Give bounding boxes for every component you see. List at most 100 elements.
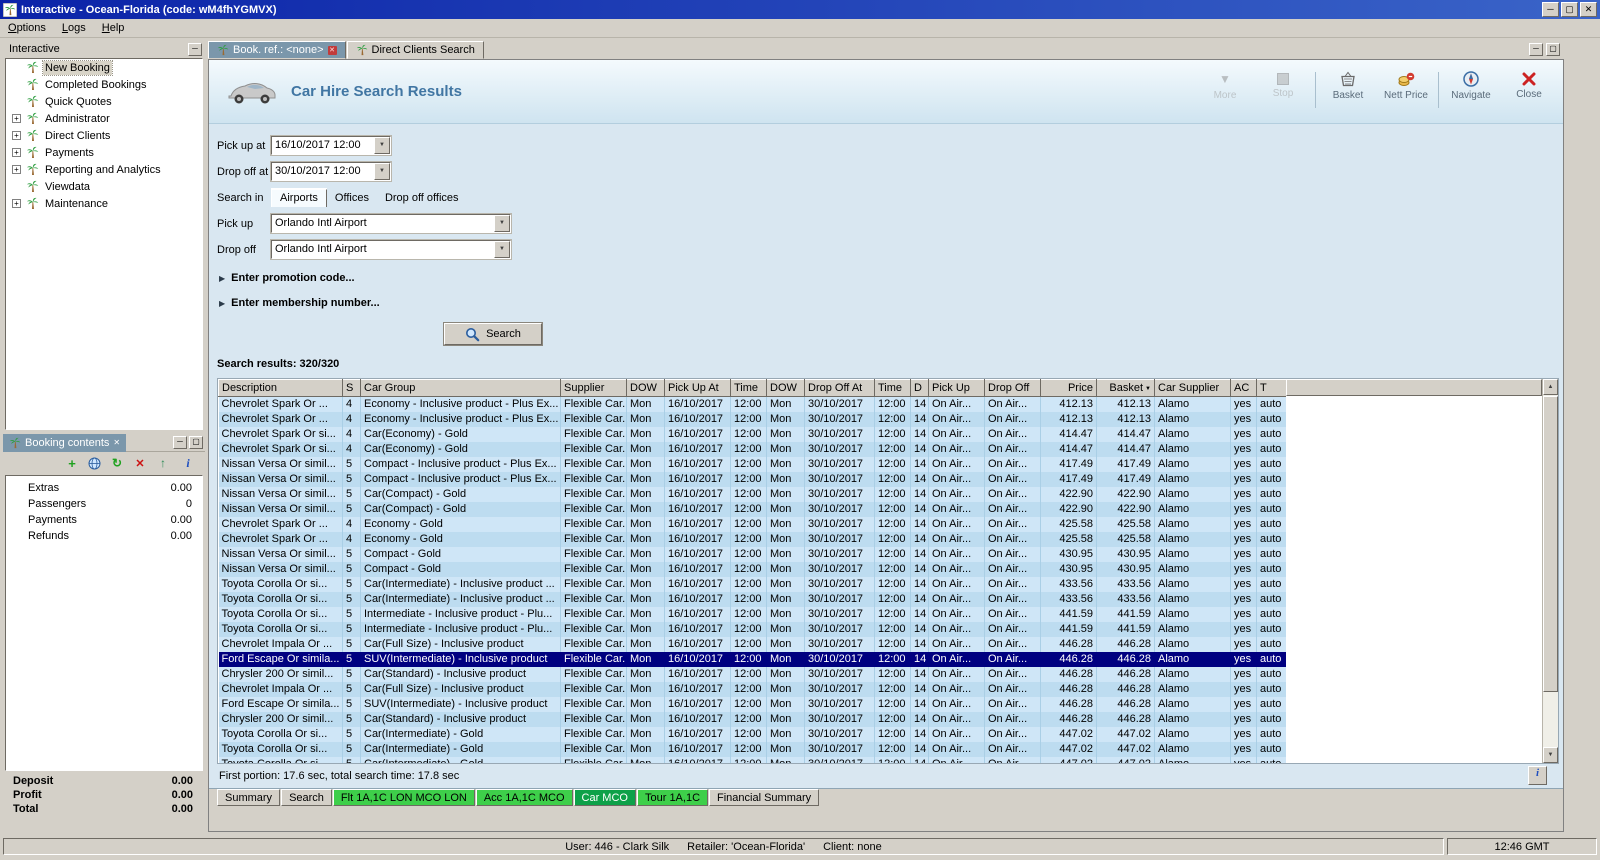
pickup-at-select[interactable]: 16/10/2017 12:00 ▼ bbox=[270, 135, 392, 156]
minimize-icon[interactable]: ─ bbox=[173, 436, 187, 449]
column-header[interactable]: Pick Up At bbox=[664, 379, 731, 397]
sidebar-item[interactable]: + Reporting and Analytics bbox=[6, 161, 202, 178]
upload-icon[interactable]: ↑ bbox=[156, 456, 170, 470]
basket-button[interactable]: Basket bbox=[1322, 68, 1374, 104]
minimize-icon[interactable]: ─ bbox=[1542, 2, 1559, 17]
sidebar-item[interactable]: + Administrator bbox=[6, 110, 202, 127]
cell-pickup-at: 16/10/2017 bbox=[664, 456, 731, 472]
stop-button[interactable]: Stop bbox=[1257, 68, 1309, 102]
column-header[interactable]: Drop Off bbox=[984, 379, 1041, 397]
close-results-button[interactable]: Close bbox=[1503, 68, 1555, 103]
booking-contents-tab[interactable]: Booking contents ✕ bbox=[3, 433, 127, 452]
booking-contents-row[interactable]: Refunds 0.00 bbox=[6, 528, 202, 544]
menu-item[interactable]: Help bbox=[94, 20, 133, 36]
column-header[interactable]: Car Group bbox=[360, 379, 561, 397]
column-header[interactable]: Supplier bbox=[560, 379, 627, 397]
pickup-select[interactable]: Orlando Intl Airport ▼ bbox=[270, 213, 512, 234]
refresh-icon[interactable]: ↻ bbox=[110, 456, 124, 470]
cell-ac: yes bbox=[1230, 396, 1257, 412]
expand-plus-icon[interactable]: + bbox=[12, 165, 21, 174]
maximize-icon[interactable]: ▢ bbox=[1561, 2, 1578, 17]
delete-icon[interactable]: ✕ bbox=[133, 457, 147, 470]
tab-direct-clients-search[interactable]: Direct Clients Search bbox=[346, 41, 484, 59]
vertical-scrollbar[interactable]: ▲ ▼ bbox=[1542, 379, 1558, 763]
sidebar-item[interactable]: + Quick Quotes bbox=[6, 93, 202, 110]
search-in-tab[interactable]: Drop off offices bbox=[377, 190, 467, 207]
expand-plus-icon[interactable]: + bbox=[12, 131, 21, 140]
close-icon[interactable]: ✕ bbox=[113, 438, 120, 447]
maximize-icon[interactable]: ▢ bbox=[189, 436, 203, 449]
column-header[interactable]: Description bbox=[218, 379, 343, 397]
menu-item[interactable]: Options bbox=[0, 20, 54, 36]
menu-item[interactable]: Logs bbox=[54, 20, 94, 36]
info-icon[interactable]: i bbox=[1528, 766, 1547, 785]
expand-plus-icon[interactable]: + bbox=[12, 114, 21, 123]
section-tab[interactable]: Financial Summary bbox=[709, 789, 820, 806]
collapse-panel-icon[interactable]: ─ bbox=[188, 42, 202, 56]
scrollbar-thumb[interactable] bbox=[1543, 396, 1558, 692]
cell-description: Toyota Corolla Or si... bbox=[218, 591, 343, 607]
chevron-down-icon[interactable]: ▼ bbox=[374, 163, 390, 180]
minimize-icon[interactable]: ─ bbox=[1529, 43, 1543, 56]
booking-contents-row[interactable]: Payments 0.00 bbox=[6, 512, 202, 528]
section-tab[interactable]: Acc 1A,1C MCO bbox=[475, 789, 573, 806]
globe-icon[interactable] bbox=[88, 457, 101, 470]
cell-ac: yes bbox=[1230, 456, 1257, 472]
search-in-tab[interactable]: Offices bbox=[327, 190, 377, 207]
more-button[interactable]: ▼ More bbox=[1199, 68, 1251, 104]
column-header[interactable]: Pick Up bbox=[928, 379, 985, 397]
cell-transmission: auto bbox=[1256, 606, 1287, 622]
column-header[interactable]: Car Supplier bbox=[1154, 379, 1231, 397]
dropoff-select[interactable]: Orlando Intl Airport ▼ bbox=[270, 239, 512, 260]
section-tab[interactable]: Tour 1A,1C bbox=[636, 789, 709, 806]
chevron-down-icon[interactable]: ▼ bbox=[494, 241, 510, 258]
column-header[interactable]: S bbox=[342, 379, 361, 397]
column-header[interactable]: AC bbox=[1230, 379, 1257, 397]
sidebar-item[interactable]: + Maintenance bbox=[6, 195, 202, 212]
column-header[interactable]: Basket bbox=[1096, 379, 1155, 397]
dropoff-at-select[interactable]: 30/10/2017 12:00 ▼ bbox=[270, 161, 392, 182]
column-header[interactable]: DOW bbox=[626, 379, 665, 397]
cell-s: 4 bbox=[342, 396, 361, 412]
column-header[interactable]: DOW bbox=[766, 379, 805, 397]
close-icon[interactable]: ✕ bbox=[1580, 2, 1597, 17]
sidebar-item[interactable]: + Viewdata bbox=[6, 178, 202, 195]
cell-pickup-loc: On Air... bbox=[928, 501, 985, 517]
section-tab[interactable]: Summary bbox=[217, 789, 281, 806]
cell-basket: 433.56 bbox=[1096, 576, 1155, 592]
sidebar-item[interactable]: + New Booking bbox=[6, 59, 202, 76]
booking-contents-row[interactable]: Extras 0.00 bbox=[6, 480, 202, 496]
column-header[interactable]: Time bbox=[874, 379, 911, 397]
palm-icon bbox=[26, 78, 39, 91]
promo-code-expander[interactable]: ▶ Enter promotion code... bbox=[219, 272, 1563, 284]
expand-plus-icon[interactable]: + bbox=[12, 199, 21, 208]
cell-dropoff-at: 30/10/2017 bbox=[804, 501, 875, 517]
info-icon[interactable]: i bbox=[181, 456, 195, 471]
nett-price-button[interactable]: Nett Price bbox=[1380, 68, 1432, 104]
membership-expander[interactable]: ▶ Enter membership number... bbox=[219, 297, 1563, 309]
sidebar-item[interactable]: + Payments bbox=[6, 144, 202, 161]
navigate-button[interactable]: Navigate bbox=[1445, 68, 1497, 104]
chevron-down-icon[interactable]: ▼ bbox=[374, 137, 390, 154]
chevron-down-icon[interactable]: ▼ bbox=[494, 215, 510, 232]
search-in-tab[interactable]: Airports bbox=[271, 189, 327, 207]
section-tab[interactable]: Car MCO bbox=[573, 789, 636, 806]
maximize-icon[interactable]: ▢ bbox=[1546, 43, 1560, 56]
scroll-down-icon[interactable]: ▼ bbox=[1543, 747, 1558, 763]
tab-close-icon[interactable]: ✕ bbox=[327, 45, 337, 55]
column-header[interactable]: Time bbox=[730, 379, 767, 397]
column-header[interactable]: T bbox=[1256, 379, 1287, 397]
column-header[interactable]: D bbox=[910, 379, 929, 397]
column-header[interactable]: Price bbox=[1040, 379, 1097, 397]
tab-booking-ref[interactable]: Book. ref.: <none> ✕ bbox=[208, 41, 346, 59]
scroll-up-icon[interactable]: ▲ bbox=[1543, 379, 1558, 395]
sidebar-item[interactable]: + Completed Bookings bbox=[6, 76, 202, 93]
column-header[interactable]: Drop Off At bbox=[804, 379, 875, 397]
search-button[interactable]: Search bbox=[443, 322, 543, 346]
sidebar-item[interactable]: + Direct Clients bbox=[6, 127, 202, 144]
section-tab[interactable]: Flt 1A,1C LON MCO LON bbox=[332, 789, 475, 806]
add-item-icon[interactable]: + bbox=[65, 456, 79, 471]
section-tab[interactable]: Search bbox=[281, 789, 332, 806]
booking-contents-row[interactable]: Passengers 0 bbox=[6, 496, 202, 512]
expand-plus-icon[interactable]: + bbox=[12, 148, 21, 157]
